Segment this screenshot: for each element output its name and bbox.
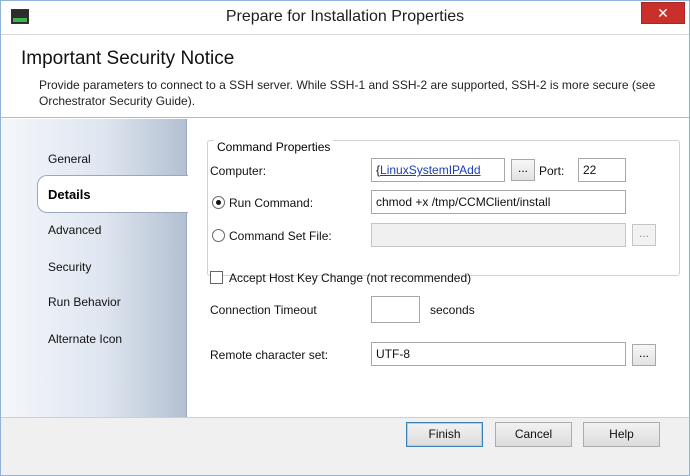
command-set-file-input[interactable] [371, 223, 626, 247]
finish-button[interactable]: Finish [406, 422, 483, 447]
header-title: Important Security Notice [21, 48, 235, 69]
command-properties-legend: Command Properties [214, 140, 334, 154]
close-button[interactable]: ✕ [641, 2, 685, 24]
close-icon: ✕ [657, 5, 669, 21]
run-command-radio[interactable] [212, 196, 225, 209]
help-button[interactable]: Help [583, 422, 660, 447]
details-content: Command Properties Computer: {LinuxSyste… [188, 119, 689, 417]
window-title: Prepare for Installation Properties [225, 8, 465, 25]
accept-host-key-checkbox[interactable] [210, 271, 223, 284]
computer-variable-link[interactable]: LinuxSystemIPAdd [380, 163, 481, 177]
remote-charset-browse-button[interactable]: ... [632, 344, 656, 366]
accept-host-key-label: Accept Host Key Change (not recommended) [229, 271, 472, 285]
connection-timeout-label: Connection Timeout [210, 303, 317, 317]
remote-charset-input[interactable]: UTF-8 [371, 342, 626, 366]
sidebar-item-alternate-icon[interactable]: Alternate Icon [48, 332, 122, 346]
sidebar-item-security[interactable]: Security [48, 260, 91, 274]
command-set-file-label: Command Set File: [229, 229, 332, 243]
sidebar-item-run-behavior[interactable]: Run Behavior [48, 295, 121, 309]
computer-browse-button[interactable]: ... [511, 159, 535, 181]
sidebar-item-advanced[interactable]: Advanced [48, 223, 101, 237]
command-set-file-browse-button[interactable]: ... [632, 224, 656, 246]
run-command-input[interactable]: chmod +x /tmp/CCMClient/install [371, 190, 626, 214]
title-bar[interactable]: Prepare for Installation Properties ✕ [1, 1, 689, 35]
port-input[interactable]: 22 [578, 158, 626, 182]
sidebar-item-general[interactable]: General [48, 152, 91, 166]
computer-input[interactable]: {LinuxSystemIPAdd [371, 158, 505, 182]
button-bar: Finish Cancel Help [1, 417, 689, 475]
header-description: Provide parameters to connect to a SSH s… [39, 78, 656, 108]
header-panel: Important Security Notice Provide parame… [1, 36, 689, 118]
sidebar-item-label: Details [48, 187, 91, 202]
command-set-file-radio[interactable] [212, 229, 225, 242]
sidebar-item-details[interactable]: Details [37, 175, 188, 213]
connection-timeout-input[interactable] [371, 296, 420, 323]
properties-dialog: Prepare for Installation Properties ✕ Im… [0, 0, 690, 476]
port-label: Port: [539, 164, 565, 178]
computer-label: Computer: [210, 164, 267, 178]
seconds-unit-label: seconds [430, 303, 475, 317]
run-command-label: Run Command: [229, 196, 314, 210]
cancel-button[interactable]: Cancel [495, 422, 572, 447]
remote-charset-label: Remote character set: [210, 348, 329, 362]
sidebar: General Details Advanced Security Run Be… [1, 119, 188, 417]
